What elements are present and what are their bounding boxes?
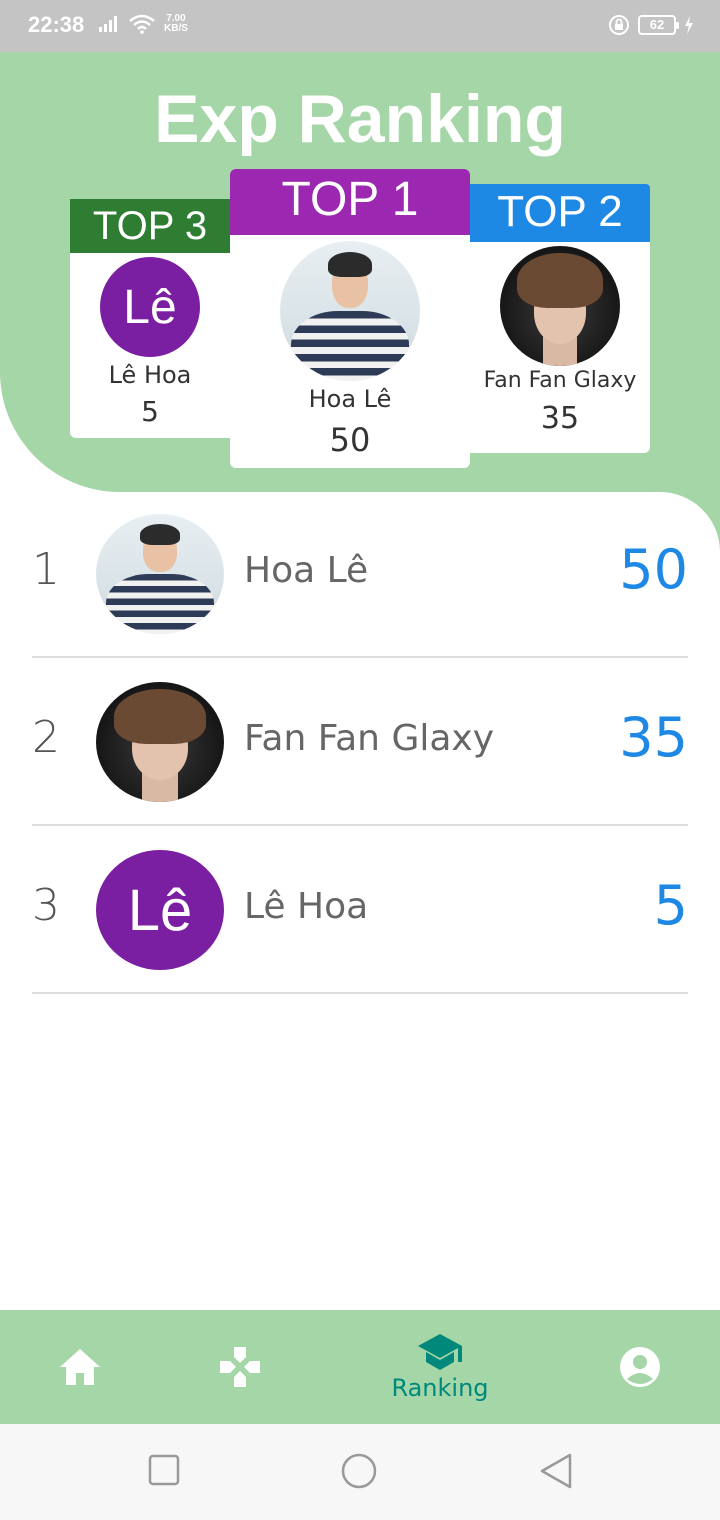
podium-name-top3: Lê Hoa xyxy=(108,361,192,389)
podium-score-top3: 5 xyxy=(141,395,159,428)
ranking-row-name: Hoa Lê xyxy=(244,550,369,591)
ranking-row-avatar: Lê xyxy=(96,850,224,970)
wifi-icon xyxy=(129,14,155,34)
ranking-row-score: 5 xyxy=(653,874,688,937)
bottom-navigation: Ranking xyxy=(0,1310,720,1424)
rotation-lock-icon xyxy=(609,15,629,35)
ranking-row-rank: 1 xyxy=(32,544,60,595)
ranking-row-avatar xyxy=(96,514,224,634)
ranking-row-rank: 3 xyxy=(32,880,60,931)
podium-label-top2: TOP 2 xyxy=(470,184,650,242)
avatar-top3: Lê xyxy=(100,257,200,357)
battery-indicator: 62 xyxy=(638,15,679,35)
avatar-top1 xyxy=(280,241,420,381)
podium-name-top2: Fan Fan Glaxy xyxy=(483,368,637,393)
home-button-icon[interactable] xyxy=(340,1452,378,1490)
podium-score-top2: 35 xyxy=(540,401,580,436)
nav-account[interactable] xyxy=(600,1310,680,1424)
avatar-letter-top3: Lê xyxy=(123,280,177,334)
nav-games[interactable] xyxy=(200,1310,280,1424)
graduation-cap-icon xyxy=(418,1334,462,1370)
podium-label-top1: TOP 1 xyxy=(230,169,470,235)
ranking-row[interactable]: 2 Fan Fan Glaxy 35 xyxy=(32,658,688,826)
podium-name-top1: Hoa Lê xyxy=(308,385,392,413)
podium-card-top3[interactable]: TOP 3 Lê Lê Hoa 5 xyxy=(70,199,230,438)
ranking-row-rank: 2 xyxy=(32,712,60,763)
podium-card-top2[interactable]: TOP 2 Fan Fan Glaxy 35 xyxy=(470,184,650,453)
avatar-top2 xyxy=(500,246,620,366)
recent-apps-icon[interactable] xyxy=(148,1454,180,1486)
home-icon xyxy=(60,1349,100,1385)
signal-icon xyxy=(99,16,117,32)
gamepad-icon xyxy=(220,1347,260,1387)
nav-home[interactable] xyxy=(40,1310,120,1424)
nav-ranking[interactable]: Ranking xyxy=(380,1310,500,1424)
system-navigation-bar xyxy=(0,1424,720,1520)
screen: 22:38 7.00 KB/S 62 Exp Ranking TOP 3 Lê … xyxy=(0,0,720,1520)
ranking-row-name: Lê Hoa xyxy=(244,886,369,927)
ranking-row-avatar-letter: Lê xyxy=(127,877,193,943)
status-time: 22:38 xyxy=(28,12,85,37)
ranking-row[interactable]: 3 Lê Lê Hoa 5 xyxy=(32,826,688,994)
nav-ranking-label: Ranking xyxy=(391,1374,489,1402)
ranking-row-score: 50 xyxy=(619,538,688,601)
status-icons-left: 7.00 KB/S xyxy=(98,14,188,34)
status-bar: 22:38 7.00 KB/S 62 xyxy=(0,0,720,52)
back-icon[interactable] xyxy=(538,1452,574,1490)
podium-score-top1: 50 xyxy=(329,421,371,459)
net-speed: 7.00 KB/S xyxy=(164,14,188,34)
ranking-row-avatar xyxy=(96,682,224,802)
page-title: Exp Ranking xyxy=(154,81,566,157)
charging-icon xyxy=(685,16,693,34)
net-speed-unit: KB/S xyxy=(164,23,188,34)
ranking-row[interactable]: 1 Hoa Lê 50 xyxy=(32,490,688,658)
ranking-row-score: 35 xyxy=(619,706,688,769)
podium-card-top1[interactable]: TOP 1 Hoa Lê 50 xyxy=(230,169,470,468)
account-icon xyxy=(620,1347,660,1387)
ranking-row-name: Fan Fan Glaxy xyxy=(244,718,495,759)
status-icons-right: 62 xyxy=(608,14,694,36)
podium-label-top3: TOP 3 xyxy=(70,199,230,253)
